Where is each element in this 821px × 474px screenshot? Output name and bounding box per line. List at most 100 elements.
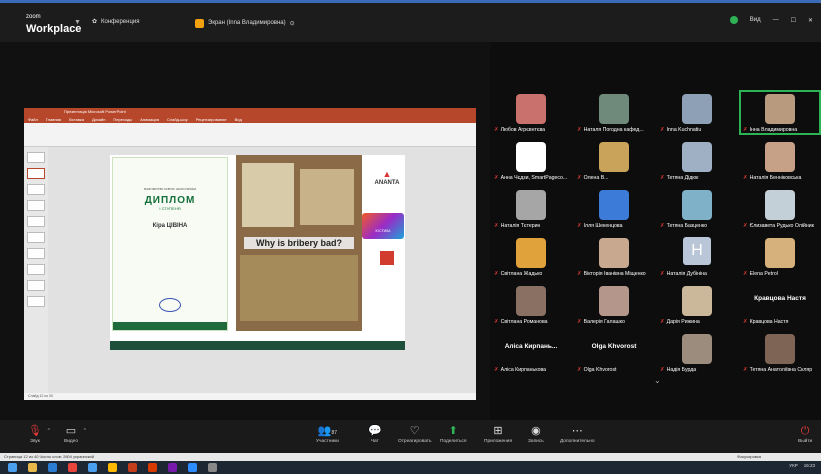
poster-question: Why is bribery bad? [244,237,354,249]
start-icon[interactable] [8,463,17,472]
participant-tile[interactable]: Кравцова Настя ✗ Кравцова Настя [739,282,821,327]
slide-thumbnail-active [27,168,45,179]
participant-tile[interactable]: ✗ Любов Агрєвнтєва [490,90,572,135]
poster-document [300,169,354,225]
apps-icon: ⊞ [493,425,503,437]
participant-tile[interactable]: ✗ Світлана Романова [490,282,572,327]
ppt-ribbon [24,123,476,147]
app-icon[interactable] [108,463,117,472]
participants-count: 87 [331,430,338,436]
meeting-menu[interactable]: ✿ Конференция [92,18,139,26]
ppt-tab: Вид [234,117,242,122]
participant-tile[interactable]: ✗ Інна Владимировна [739,90,821,135]
minimize-icon[interactable]: — [773,17,779,23]
powerpoint-icon[interactable] [128,463,137,472]
react-button[interactable]: ♡ Отреагировать [398,424,431,444]
edge-icon[interactable] [88,463,97,472]
participant-tile[interactable]: ✗ Elena Petrol [739,234,821,279]
participant-tile[interactable]: ✗ Тетяна Анатоліївна Скляр [739,330,821,375]
participant-tile[interactable]: ✗ Валерія Галашко [573,282,655,327]
options-icon[interactable]: ⊙ [290,20,295,27]
clock[interactable]: 16:23 [804,463,815,468]
maximize-icon[interactable]: ☐ [791,17,796,24]
view-button[interactable]: Вид [750,17,761,23]
apps-button[interactable]: ⊞ Приложения [484,424,512,444]
record-button[interactable]: ◉ Запись [528,424,544,444]
zoom-icon[interactable] [188,463,197,472]
participant-label: ✗ Валерія Галашко [577,319,625,325]
ppt-tab: Переходы [113,117,133,122]
participant-tile[interactable]: ✗ Вікторія Іванівна Міщенко [573,234,655,279]
chat-button[interactable]: 💬 Чат [368,424,382,444]
participant-name: Olga Khvorost [583,367,617,373]
participant-tile[interactable]: ✗ Тетяна Базценко [656,186,738,231]
participant-name: Світлана Романова [500,319,548,325]
document-status-bar: Страница 12 из 40 Число слов: 2804 украи… [0,453,821,461]
participant-tile[interactable]: Olga Khvorost ✗ Olga Khvorost [573,330,655,375]
participant-tile[interactable]: H ✗ Наталія Дубініна [656,234,738,279]
participant-tile[interactable]: Аліса Кирпань... ✗ Аліса Кирпанькова [490,330,572,375]
chevron-up-icon[interactable]: ^ [48,428,50,434]
chevron-down-icon[interactable]: ▼ [74,19,81,26]
participant-name: Наталія Дубініна [666,271,707,277]
mic-muted-icon: ✗ [660,175,665,181]
record-icon: ◉ [531,425,541,437]
app-icon[interactable] [208,463,217,472]
participant-label: ✗ Наталія Дубініна [660,271,707,277]
participant-tile[interactable]: ✗ Наталія Тєтерин [490,186,572,231]
participant-tile[interactable]: ✗ Наталя Погодна кафед... [573,90,655,135]
explorer-icon[interactable] [28,463,37,472]
participants-button[interactable]: 👥87 Участники [316,424,339,444]
participant-tile[interactable]: ✗ Наталія Бенніковська [739,138,821,183]
participant-video [765,238,795,268]
mic-muted-icon: ✗ [743,271,748,277]
audio-button[interactable]: 🎙 Звук ^ [28,424,50,444]
mic-muted-icon: ✗ [494,367,499,373]
mic-muted-icon: ✗ [494,223,499,229]
participant-video [599,190,629,220]
participant-tile[interactable]: ✗ Дарія Рижина [656,282,738,327]
word-icon[interactable] [48,463,57,472]
participant-tile[interactable]: ✗ Світлана Жадько [490,234,572,279]
window-edge [0,0,821,3]
more-button[interactable]: ⋯ Дополнительно [560,424,595,444]
close-icon[interactable]: ✕ [808,17,813,24]
status-left: Страница 12 из 40 Число слов: 2804 украи… [4,454,94,459]
participant-tile[interactable]: ✗ Надія Бурда [656,330,738,375]
video-off-icon: ▭ [65,425,77,437]
video-button[interactable]: ▭ Видео ^ [64,424,86,444]
participant-tile[interactable]: ✗ Ілля Шекенцова [573,186,655,231]
leave-button[interactable]: ⏻ Выйти [798,424,812,444]
shield-icon[interactable] [729,16,738,24]
chevron-up-icon[interactable]: ^ [84,428,86,434]
slide-thumbnails [24,147,48,393]
app-icon[interactable] [148,463,157,472]
share-screen-icon [195,18,204,28]
participant-tile[interactable]: ✗ Анна Чєдзи, SmartPageco... [490,138,572,183]
participant-video [682,286,712,316]
language-indicator[interactable]: УКР [789,463,797,468]
participant-name: Тетяна Анатоліївна Скляр [749,367,813,373]
participant-name: Любов Агрєвнтєва [500,127,546,133]
participant-name: Вікторія Іванівна Міщенко [583,271,646,277]
chrome-icon[interactable] [68,463,77,472]
seal-stamp [159,298,181,312]
participant-tile[interactable]: ✗ Олена В... [573,138,655,183]
share-label: Поделиться [440,439,467,444]
app-icon[interactable] [168,463,177,472]
share-arrow-icon: ⬆ [448,425,458,437]
participant-name: Inna Kuchnatiu [666,127,702,133]
participant-label: ✗ Наталія Тєтерин [494,223,540,229]
ppt-tab: Дизайн [91,117,106,122]
leave-label: Выйти [798,439,813,444]
focus-button[interactable]: Фокусировка [737,453,761,461]
participant-tile[interactable]: ✗ Inna Kuchnatiu [656,90,738,135]
chevron-down-icon[interactable]: ⌄ [654,376,661,385]
participant-name: Наталія Тєтерин [500,223,541,229]
share-button[interactable]: ⬆ Поделиться [440,424,467,444]
mic-muted-icon: ✗ [494,175,499,181]
system-tray: УКР 16:23 [789,463,815,468]
participant-tile[interactable]: ✗ Єлизавета Рудько Олійник [739,186,821,231]
share-banner[interactable]: Экран (Inna Владимировна) ⊙ [195,16,295,30]
participant-tile[interactable]: ✗ Тетяна Дідюк [656,138,738,183]
